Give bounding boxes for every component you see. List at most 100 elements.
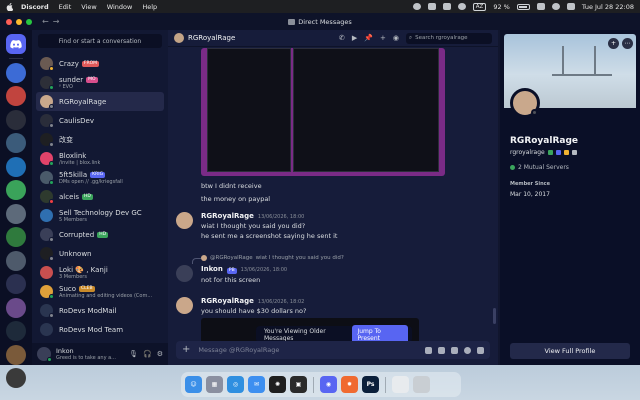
guild-tag: FROM bbox=[81, 60, 100, 67]
menubar-clock[interactable]: Tue Jul 28 22:08 bbox=[582, 3, 634, 11]
server-icon[interactable] bbox=[6, 321, 26, 341]
recipient-name[interactable]: RGRoyalRage bbox=[188, 34, 235, 42]
launchpad-icon[interactable]: ▦ bbox=[206, 376, 223, 393]
dm-name-text: CaulisDev bbox=[59, 116, 94, 125]
reply-reference[interactable]: @RGRoyalRage wiat I thought you said you… bbox=[201, 255, 344, 261]
message-author-avatar[interactable] bbox=[176, 265, 193, 282]
photoshop-icon[interactable]: Ps bbox=[362, 376, 379, 393]
message-author[interactable]: RGRoyalRage bbox=[201, 212, 254, 220]
message-composer[interactable]: + Message @RGRoyalRage bbox=[176, 341, 490, 359]
add-friend-icon[interactable]: + bbox=[608, 38, 619, 49]
find-conversation-button[interactable]: Find or start a conversation bbox=[38, 34, 162, 48]
dm-item[interactable]: RGRoyalRage bbox=[36, 92, 164, 111]
server-icon[interactable] bbox=[6, 368, 26, 388]
microphone-icon[interactable]: 🎙 bbox=[129, 350, 138, 358]
focus-icon[interactable] bbox=[457, 3, 466, 10]
apps-icon[interactable] bbox=[477, 346, 484, 354]
chatgpt-icon[interactable]: ✺ bbox=[269, 376, 286, 393]
dm-item[interactable]: Corrupted HD bbox=[36, 225, 164, 244]
server-icon[interactable] bbox=[6, 344, 26, 365]
server-icon[interactable] bbox=[6, 109, 26, 130]
server-icon[interactable] bbox=[6, 180, 26, 200]
spark-icon[interactable]: ✹ bbox=[341, 376, 358, 393]
trash-icon[interactable] bbox=[413, 376, 430, 393]
add-friends-to-dm-icon[interactable]: + bbox=[380, 34, 386, 42]
document-icon[interactable] bbox=[392, 376, 409, 393]
user-avatar[interactable] bbox=[37, 347, 52, 362]
view-full-profile-button[interactable]: View Full Profile bbox=[510, 343, 630, 359]
back-forward-arrows-icon[interactable]: ←→ bbox=[42, 17, 63, 26]
dm-item[interactable]: CaulisDev bbox=[36, 111, 164, 130]
server-icon[interactable] bbox=[6, 274, 26, 294]
profile-avatar[interactable] bbox=[510, 88, 540, 118]
dm-item[interactable]: 5ft5killa KRIG DMs open // .gg/kriegsfall bbox=[36, 168, 164, 187]
chat-search-input[interactable]: ⌕ Search rgroyalrage bbox=[406, 32, 492, 44]
menu-edit[interactable]: Edit bbox=[59, 3, 72, 11]
dm-item[interactable]: RoDevs Mod Team bbox=[36, 320, 164, 339]
upload-plus-icon[interactable]: + bbox=[182, 345, 190, 355]
display-icon[interactable] bbox=[442, 3, 451, 10]
message-author-avatar[interactable] bbox=[176, 212, 193, 229]
video-call-icon[interactable]: ▶ bbox=[352, 34, 357, 42]
close-window-button[interactable] bbox=[6, 18, 12, 25]
control-center-icon[interactable] bbox=[566, 3, 575, 10]
dm-item[interactable]: Unknown bbox=[36, 244, 164, 263]
menu-help[interactable]: Help bbox=[142, 3, 157, 11]
safari-icon[interactable]: ◎ bbox=[227, 376, 244, 393]
dm-item[interactable]: Suco CLEB Animating and editing videos (Co… bbox=[36, 282, 164, 301]
dm-item[interactable]: 改变 bbox=[36, 130, 164, 149]
gift-icon[interactable] bbox=[425, 346, 432, 354]
dm-item[interactable]: RoDevs ModMail bbox=[36, 301, 164, 320]
roblox-studio-icon[interactable]: ▣ bbox=[290, 376, 307, 393]
menu-app-name[interactable]: Discord bbox=[21, 3, 49, 11]
extras-menu-icon[interactable] bbox=[427, 3, 436, 10]
user-controls: 🎙 🎧 ⚙ bbox=[129, 350, 163, 358]
mutual-servers-link[interactable]: 2 Mutual Servers bbox=[510, 164, 632, 171]
mail-icon[interactable]: ✉ bbox=[248, 376, 265, 393]
image-attachment[interactable] bbox=[201, 48, 445, 176]
home-button[interactable] bbox=[6, 34, 26, 54]
discord-icon[interactable]: ◉ bbox=[320, 376, 337, 393]
battery-icon[interactable] bbox=[516, 3, 530, 10]
finder-icon[interactable]: ☺ bbox=[185, 376, 202, 393]
dm-sidebar: Find or start a conversation Crazy FROM su… bbox=[32, 30, 168, 365]
status-menu-icon[interactable] bbox=[412, 3, 421, 10]
dm-item[interactable]: Loki 🎨 , Kanji 3 Members bbox=[36, 263, 164, 282]
dm-item[interactable]: sunder MO ᵞ EVO bbox=[36, 73, 164, 92]
message-author-avatar[interactable] bbox=[176, 297, 193, 314]
dm-item[interactable]: Sell Technology Dev GC 5 Members bbox=[36, 206, 164, 225]
spotlight-icon[interactable] bbox=[551, 3, 560, 10]
zoom-window-button[interactable] bbox=[26, 18, 32, 25]
menu-window[interactable]: Window bbox=[107, 3, 133, 11]
server-icon[interactable] bbox=[6, 203, 26, 224]
message-author[interactable]: RGRoyalRage bbox=[201, 297, 254, 305]
recipient-avatar[interactable] bbox=[174, 33, 184, 43]
apple-menu-icon[interactable] bbox=[6, 2, 13, 11]
message-author[interactable]: Inkon bbox=[201, 265, 223, 273]
emoji-icon[interactable] bbox=[464, 346, 471, 354]
sticker-icon[interactable] bbox=[451, 346, 458, 354]
pinned-messages-icon[interactable]: 📌 bbox=[364, 34, 373, 42]
wifi-icon[interactable] bbox=[536, 3, 545, 10]
input-source-indicator[interactable]: AZ bbox=[472, 2, 487, 11]
server-icon[interactable] bbox=[6, 133, 26, 153]
dm-item[interactable]: Crazy FROM bbox=[36, 54, 164, 73]
menu-view[interactable]: View bbox=[81, 3, 96, 11]
headphones-icon[interactable]: 🎧 bbox=[143, 350, 152, 358]
server-icon[interactable] bbox=[6, 250, 26, 271]
voice-call-icon[interactable]: ✆ bbox=[339, 34, 345, 42]
dm-item[interactable]: alceis HD bbox=[36, 187, 164, 206]
server-icon[interactable] bbox=[6, 156, 26, 177]
settings-gear-icon[interactable]: ⚙ bbox=[157, 350, 163, 358]
user-profile-toggle-icon[interactable]: ◉ bbox=[393, 34, 399, 42]
server-icon[interactable] bbox=[6, 86, 26, 106]
server-icon[interactable] bbox=[6, 227, 26, 247]
server-icon[interactable] bbox=[6, 297, 26, 318]
dm-item[interactable]: Bloxlink/invite | blox.link bbox=[36, 149, 164, 168]
server-icon[interactable] bbox=[6, 62, 26, 83]
gif-icon[interactable] bbox=[438, 346, 445, 354]
message-scrollbar[interactable] bbox=[493, 308, 496, 324]
more-options-icon[interactable]: ⋯ bbox=[622, 38, 633, 49]
minimize-window-button[interactable] bbox=[16, 18, 22, 25]
user-name[interactable]: Inkon bbox=[56, 347, 116, 355]
